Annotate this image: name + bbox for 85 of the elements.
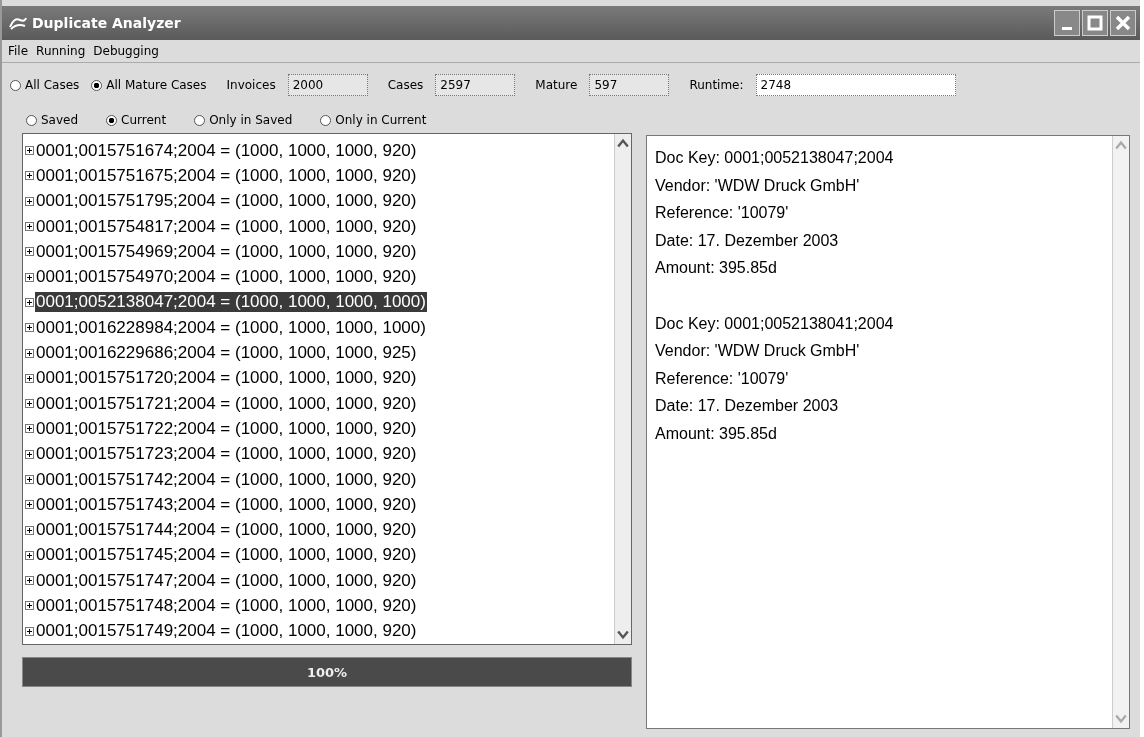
stat-label: Mature	[535, 78, 578, 92]
case-row[interactable]: 0001;0015751723;2004 = (1000, 1000, 1000, 920)	[35, 444, 418, 465]
expand-icon[interactable]	[25, 424, 34, 434]
case-row[interactable]: 0001;0015751745;2004 = (1000, 1000, 1000, 920)	[35, 545, 418, 566]
scroll-up-icon[interactable]	[617, 138, 629, 148]
detail-line: Reference: '10079'	[655, 368, 790, 389]
stat-label: Cases	[387, 78, 424, 92]
stat-field[interactable]: 2000	[287, 74, 368, 96]
expand-icon[interactable]	[25, 146, 34, 156]
maximize-button[interactable]	[1082, 10, 1108, 36]
detail-line: Date: 17. Dezember 2003	[655, 396, 840, 416]
expand-icon[interactable]	[25, 576, 34, 586]
case-row[interactable]: 0001;0015751795;2004 = (1000, 1000, 1000, 920)	[35, 191, 418, 212]
expand-icon[interactable]	[25, 196, 34, 206]
case-row[interactable]: 0001;0015751675;2004 = (1000, 1000, 1000, 920)	[35, 165, 418, 186]
case-row[interactable]: 0001;0015754969;2004 = (1000, 1000, 1000, 920)	[35, 241, 418, 262]
radio-button[interactable]	[26, 114, 37, 126]
expand-icon[interactable]	[25, 297, 34, 307]
expand-icon[interactable]	[25, 323, 34, 333]
stat-field[interactable]: 2748	[755, 74, 956, 96]
scrollbar[interactable]	[614, 134, 631, 644]
stat-field[interactable]: 2597	[435, 74, 516, 96]
stat-field[interactable]: 597	[589, 74, 670, 96]
radio-label[interactable]: Current	[121, 113, 167, 127]
menu-item[interactable]: File	[8, 44, 29, 58]
case-row[interactable]: 0001;0016229686;2004 = (1000, 1000, 1000, 925)	[35, 343, 418, 363]
expand-icon[interactable]	[25, 475, 34, 484]
radio-label[interactable]: All Mature Cases	[106, 78, 207, 92]
maximize-icon	[1085, 13, 1105, 33]
expand-icon[interactable]	[25, 272, 34, 282]
radio-button[interactable]	[320, 114, 332, 126]
case-row[interactable]: 0001;0015751720;2004 = (1000, 1000, 1000, 920)	[35, 368, 418, 389]
app-icon	[8, 15, 28, 31]
minimize-button[interactable]	[1054, 10, 1080, 36]
detail-line: Amount: 395.85d	[655, 423, 778, 444]
menu-item[interactable]: Running	[36, 44, 86, 58]
radio-button[interactable]	[194, 114, 206, 126]
radio-button[interactable]	[10, 79, 21, 91]
menu-item[interactable]: Debugging	[93, 44, 159, 58]
radio-button[interactable]	[106, 114, 118, 126]
case-row[interactable]: 0001;0015751748;2004 = (1000, 1000, 1000, 920)	[35, 596, 418, 616]
radio-label[interactable]: Only in Current	[335, 113, 427, 127]
expand-icon[interactable]	[25, 222, 34, 232]
case-row[interactable]: 0001;0015751674;2004 = (1000, 1000, 1000, 920)	[35, 140, 418, 161]
expand-icon[interactable]	[25, 171, 34, 181]
expand-icon[interactable]	[25, 348, 34, 358]
detail-line: Doc Key: 0001;0052138047;2004	[655, 148, 895, 168]
stat-label: Runtime:	[689, 78, 744, 92]
detail-line: Doc Key: 0001;0052138041;2004	[655, 313, 895, 334]
case-row[interactable]: 0001;0052138047;2004 = (1000, 1000, 1000, 1000)	[35, 292, 427, 313]
close-button[interactable]	[1110, 10, 1136, 36]
expand-icon[interactable]	[25, 399, 34, 409]
radio-label[interactable]: Saved	[41, 113, 79, 127]
case-row[interactable]: 0001;0015754970;2004 = (1000, 1000, 1000, 920)	[35, 267, 418, 288]
expand-icon[interactable]	[25, 550, 34, 560]
expand-icon[interactable]	[25, 626, 34, 636]
detail-line: Vendor: 'WDW Druck GmbH'	[655, 175, 861, 196]
expand-icon[interactable]	[25, 525, 34, 535]
case-row[interactable]: 0001;0015751721;2004 = (1000, 1000, 1000, 920)	[35, 393, 418, 414]
expand-icon[interactable]	[25, 373, 34, 383]
close-icon	[1113, 13, 1133, 33]
case-row[interactable]: 0001;0015751742;2004 = (1000, 1000, 1000, 920)	[35, 469, 418, 490]
detail-line: Date: 17. Dezember 2003	[655, 230, 840, 251]
expand-icon[interactable]	[25, 601, 34, 611]
window-title: Duplicate Analyzer	[32, 15, 182, 31]
case-row[interactable]: 0001;0015751722;2004 = (1000, 1000, 1000, 920)	[35, 418, 418, 439]
detail-line: Reference: '10079'	[655, 203, 790, 223]
minimize-icon	[1062, 26, 1072, 30]
radio-button[interactable]	[91, 79, 103, 91]
case-row[interactable]: 0001;0015751743;2004 = (1000, 1000, 1000, 920)	[35, 494, 418, 515]
detail-line: Vendor: 'WDW Druck GmbH'	[655, 341, 861, 361]
case-row[interactable]: 0001;0015751747;2004 = (1000, 1000, 1000, 920)	[35, 570, 418, 591]
expand-icon[interactable]	[25, 247, 34, 257]
case-row[interactable]: 0001;0015751744;2004 = (1000, 1000, 1000, 920)	[35, 520, 418, 541]
scroll-down-icon[interactable]	[617, 630, 629, 640]
detail-line: Amount: 395.85d	[655, 258, 778, 278]
case-row[interactable]: 0001;0015751749;2004 = (1000, 1000, 1000, 920)	[35, 621, 418, 642]
expand-icon[interactable]	[25, 449, 34, 459]
radio-label[interactable]: All Cases	[25, 78, 80, 92]
stat-label: Invoices	[226, 78, 276, 92]
progress-label: 100%	[306, 664, 348, 680]
expand-icon[interactable]	[25, 500, 34, 510]
radio-label[interactable]: Only in Saved	[209, 113, 293, 127]
case-row[interactable]: 0001;0016228984;2004 = (1000, 1000, 1000, 1000)	[35, 317, 427, 338]
case-row[interactable]: 0001;0015754817;2004 = (1000, 1000, 1000, 920)	[35, 216, 418, 237]
